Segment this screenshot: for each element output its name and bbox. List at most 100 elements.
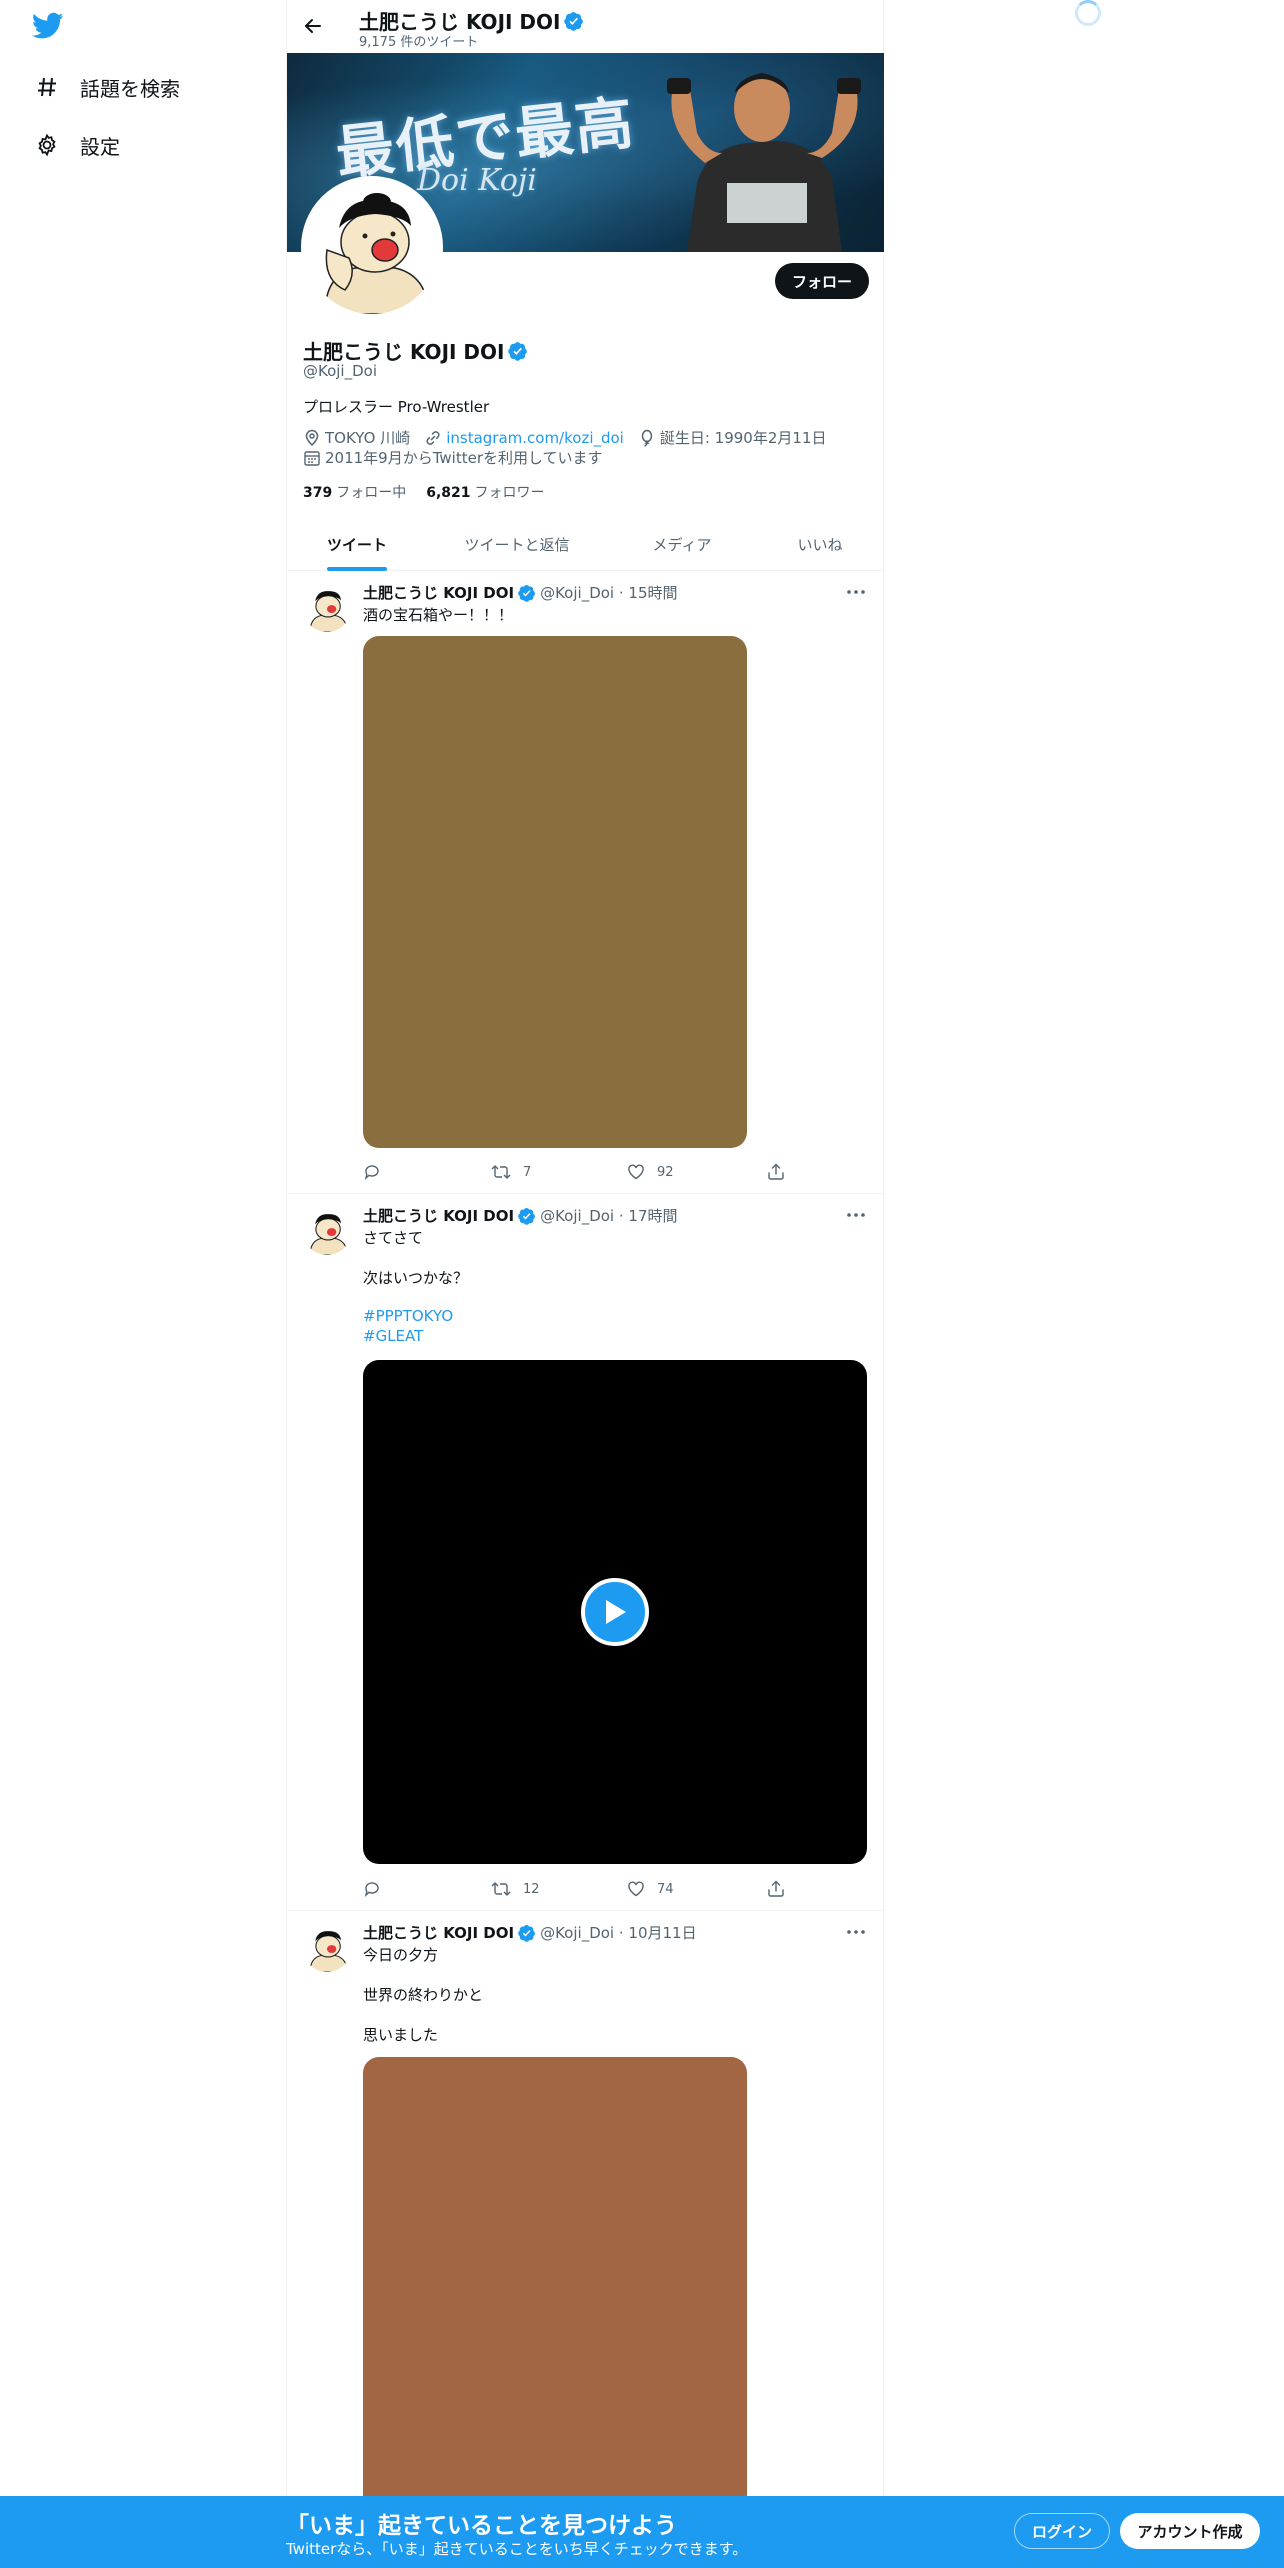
- tweet[interactable]: 土肥こうじ KOJI DOI @Koji_Doi · 10月11日 今日の夕方 …: [287, 1912, 883, 2517]
- tab-likes[interactable]: いいね: [757, 518, 883, 571]
- tweet-dot: ·: [614, 1923, 629, 1942]
- link-icon: [426, 430, 440, 445]
- nav-settings[interactable]: 設定: [32, 125, 120, 165]
- tweet-time[interactable]: 17時間: [628, 1205, 677, 1226]
- location-pin-icon: [305, 429, 319, 446]
- following-label: フォロー中: [336, 485, 407, 501]
- tab-tweets[interactable]: ツイート: [287, 518, 427, 571]
- tab-media-label: メディア: [652, 536, 712, 554]
- banner-wrestler-image: [667, 73, 861, 252]
- reply-icon: [364, 1882, 379, 1897]
- reply-button[interactable]: [363, 1880, 381, 1898]
- profile-tabs: ツイート ツイートと返信 メディア いいね: [287, 518, 883, 571]
- tweet-avatar[interactable]: [303, 584, 351, 632]
- tweet-text: 次はいつかな？: [363, 1269, 469, 1287]
- verified-badge-icon: [564, 11, 584, 31]
- profile-joined-text: 2011年9月からTwitterを利用しています: [325, 449, 603, 467]
- like-count: 74: [657, 1881, 674, 1897]
- retweet-icon: [491, 1882, 511, 1896]
- signup-banner: 「いま」起きていることを見つけよう Twitterなら、「いま」起きていることを…: [0, 2496, 1284, 2568]
- profile-link[interactable]: instagram.com/kozi_doi: [424, 429, 624, 447]
- tweet-author-name[interactable]: 土肥こうじ KOJI DOI: [363, 1205, 514, 1226]
- tweet-image[interactable]: [363, 636, 747, 1148]
- follow-button[interactable]: フォロー: [775, 263, 869, 299]
- tweet-author-name[interactable]: 土肥こうじ KOJI DOI: [363, 582, 514, 603]
- tweet-hashtag[interactable]: #GLEAT: [363, 1327, 423, 1345]
- retweet-button[interactable]: 7: [491, 1163, 531, 1181]
- profile-name: 土肥こうじ KOJI DOI: [303, 340, 505, 364]
- tweet-image[interactable]: [363, 2057, 747, 2517]
- share-icon: [768, 1163, 784, 1180]
- profile-column: 土肥こうじ KOJI DOI 9,175 件のツイート 最低で最高 Doi Ko…: [286, 0, 884, 2568]
- profile-location: TOKYO 川崎: [303, 427, 410, 448]
- tab-media[interactable]: メディア: [607, 518, 757, 571]
- tab-tweets-label: ツイート: [326, 536, 387, 554]
- tab-likes-label: いいね: [797, 536, 843, 554]
- login-button[interactable]: ログイン: [1014, 2513, 1110, 2549]
- hashtag-icon: [32, 72, 62, 102]
- followers-link[interactable]: 6,821 フォロワー: [426, 482, 544, 502]
- profile-birthday-text: 誕生日: 1990年2月11日: [659, 429, 827, 447]
- tweet-text: 世界の終わりかと: [363, 1986, 484, 2004]
- retweet-button[interactable]: 12: [491, 1880, 540, 1898]
- followers-count: 6,821: [426, 485, 471, 501]
- play-button-icon[interactable]: [581, 1578, 649, 1646]
- nav-settings-label: 設定: [80, 134, 120, 159]
- verified-badge-icon: [518, 1924, 536, 1942]
- gear-icon: [32, 130, 62, 160]
- profile-follow-stats: 379 フォロー中 6,821 フォロワー: [303, 482, 545, 502]
- profile-header: 土肥こうじ KOJI DOI 9,175 件のツイート: [287, 0, 883, 52]
- tweet-text: 今日の夕方: [363, 1946, 439, 1964]
- tweet-author-handle: @Koji_Doi: [540, 1923, 615, 1942]
- nav-explore-label: 話題を検索: [80, 76, 180, 101]
- reply-icon: [364, 1165, 379, 1180]
- loading-spinner-icon: [1075, 0, 1101, 26]
- tweet[interactable]: 土肥こうじ KOJI DOI @Koji_Doi · 17時間 さてさて 次はい…: [287, 1195, 883, 1911]
- tab-replies-label: ツイートと返信: [464, 536, 570, 554]
- tweet[interactable]: 土肥こうじ KOJI DOI @Koji_Doi · 15時間 酒の宝石箱やー！…: [287, 572, 883, 1194]
- header-tweet-count: 9,175 件のツイート: [359, 35, 479, 50]
- tweet-dot: ·: [614, 583, 629, 602]
- share-icon: [768, 1880, 784, 1897]
- tweet-time[interactable]: 15時間: [628, 582, 677, 603]
- tweet-author-name[interactable]: 土肥こうじ KOJI DOI: [363, 1922, 514, 1943]
- tweet-header: 土肥こうじ KOJI DOI @Koji_Doi · 15時間: [363, 582, 678, 603]
- twitter-logo-icon[interactable]: [31, 12, 66, 46]
- heart-icon: [628, 1164, 644, 1180]
- like-button[interactable]: 92: [627, 1163, 674, 1181]
- like-button[interactable]: 74: [627, 1880, 674, 1898]
- tweet-avatar[interactable]: [303, 1924, 351, 1972]
- tweet-video[interactable]: [363, 1360, 867, 1864]
- retweet-count: 7: [523, 1164, 532, 1180]
- profile-bio: プロレスラー Pro-Wrestler: [303, 398, 490, 416]
- tweet-hashtag[interactable]: #PPPTOKYO: [363, 1307, 453, 1325]
- signup-banner-subtitle: Twitterなら、「いま」起きていることをいち早くチェックできます。: [286, 2540, 748, 2558]
- reply-button[interactable]: [363, 1163, 381, 1181]
- share-button[interactable]: [767, 1163, 785, 1181]
- banner-subtitle: Doi Koji: [417, 163, 537, 198]
- tweet-actions: 12 74: [363, 1877, 785, 1901]
- signup-banner-title: 「いま」起きていることを見つけよう: [286, 2513, 677, 2539]
- left-navigation: 話題を検索 設定: [0, 0, 286, 2568]
- tweet-time[interactable]: 10月11日: [628, 1922, 696, 1943]
- tweet-text: 思いました: [363, 2026, 439, 2044]
- tweet-header: 土肥こうじ KOJI DOI @Koji_Doi · 17時間: [363, 1205, 678, 1226]
- more-options-icon[interactable]: [843, 1922, 869, 1942]
- profile-link-text[interactable]: instagram.com/kozi_doi: [446, 429, 624, 447]
- tweet-text: さてさて: [363, 1229, 424, 1247]
- share-button[interactable]: [767, 1880, 785, 1898]
- more-options-icon[interactable]: [843, 1205, 869, 1225]
- verified-badge-icon: [518, 1207, 536, 1225]
- signup-button[interactable]: アカウント作成: [1120, 2513, 1260, 2549]
- following-link[interactable]: 379 フォロー中: [303, 482, 406, 502]
- back-arrow-icon[interactable]: [299, 12, 327, 40]
- followers-label: フォロワー: [474, 485, 545, 501]
- heart-icon: [628, 1881, 644, 1897]
- profile-avatar[interactable]: [301, 176, 443, 318]
- tab-tweets-and-replies[interactable]: ツイートと返信: [427, 518, 607, 571]
- nav-explore[interactable]: 話題を検索: [32, 67, 180, 107]
- more-options-icon[interactable]: [843, 582, 869, 602]
- profile-birthday: 誕生日: 1990年2月11日: [638, 427, 827, 448]
- tweet-avatar[interactable]: [303, 1207, 351, 1255]
- verified-badge-icon: [508, 341, 528, 361]
